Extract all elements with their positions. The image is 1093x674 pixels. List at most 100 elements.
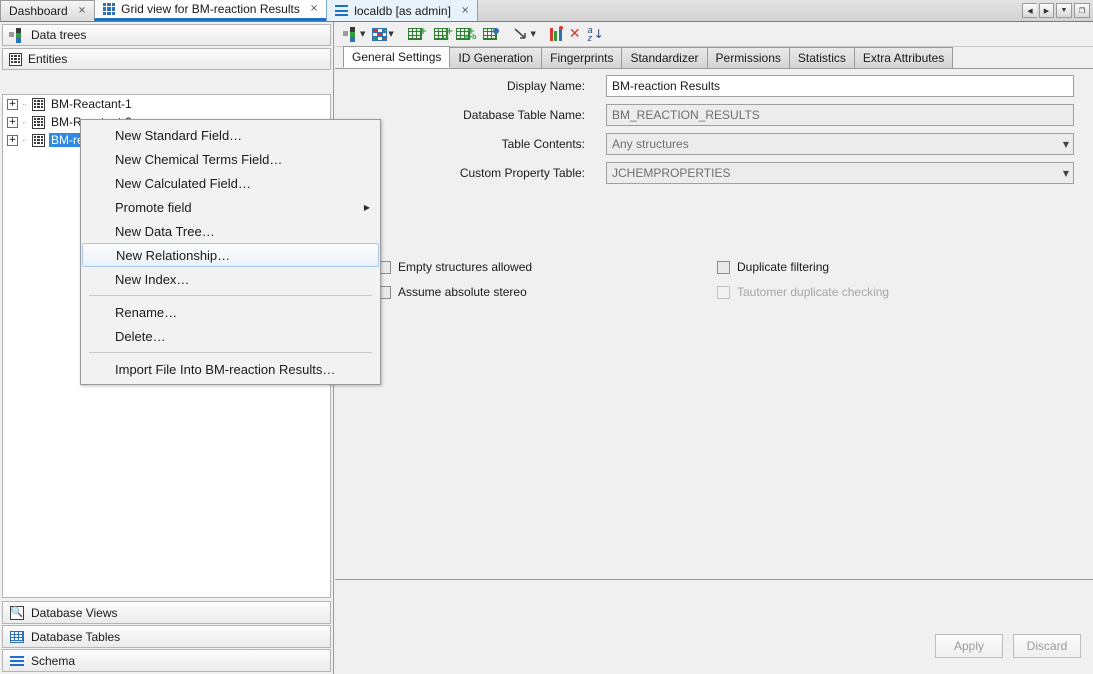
footer-buttons: Apply Discard — [935, 634, 1081, 658]
tab-bar-spacer — [477, 0, 1022, 21]
close-icon[interactable]: ⨯ — [78, 6, 86, 16]
toolbar-sort-button[interactable]: az ↓ — [586, 24, 606, 45]
toolbar-new-data-tree-button[interactable]: ▼ — [341, 24, 367, 45]
tab-localdb-label: localdb [as admin] — [354, 4, 451, 18]
menu-item-label: New Calculated Field… — [115, 176, 251, 191]
tab-standardizer[interactable]: Standardizer — [621, 47, 707, 68]
menu-item-new-data-tree[interactable]: New Data Tree… — [81, 219, 380, 243]
sidebar-item-database-tables[interactable]: Database Tables — [2, 625, 331, 648]
settings-tab-strip: General Settings ID Generation Fingerpri… — [335, 47, 1093, 69]
expand-icon[interactable]: + — [7, 99, 18, 110]
toolbar-new-entity-button[interactable]: ▼ — [370, 24, 395, 45]
sort-az-icon: az ↓ — [588, 26, 604, 42]
toolbar-new-chemical-terms-field-button[interactable]: + ct — [432, 24, 451, 45]
toolbar-new-index-button[interactable] — [481, 24, 501, 45]
chevron-down-icon[interactable]: ▼ — [1063, 140, 1069, 149]
tab-localdb[interactable]: localdb [as admin] ⨯ — [326, 0, 478, 21]
toolbar-new-calculated-field-button[interactable]: + a+b — [454, 24, 479, 45]
chevron-down-icon[interactable]: ▼ — [1056, 3, 1072, 18]
menu-item-new-calculated-field[interactable]: New Calculated Field… — [81, 171, 380, 195]
checkbox-duplicate-filtering[interactable]: Duplicate filtering — [717, 260, 829, 274]
close-icon[interactable]: ⨯ — [461, 6, 469, 16]
checkbox-label: Tautomer duplicate checking — [737, 285, 889, 299]
menu-item-rename[interactable]: Rename… — [81, 300, 380, 324]
tab-fingerprints[interactable]: Fingerprints — [541, 47, 622, 68]
tree-item-label: BM-Reactant-1 — [49, 97, 134, 111]
checkbox-tautomer-duplicate-checking: Tautomer duplicate checking — [717, 285, 889, 299]
entities-label: Entities — [28, 52, 67, 66]
tab-statistics[interactable]: Statistics — [789, 47, 855, 68]
sidebar-item-database-views[interactable]: 🔍 Database Views — [2, 601, 331, 624]
display-name-input[interactable]: BM-reaction Results — [606, 75, 1074, 97]
checkbox-label: Assume absolute stereo — [398, 285, 527, 299]
checkbox-label: Duplicate filtering — [737, 260, 829, 274]
chevron-down-icon[interactable]: ▼ — [388, 30, 393, 38]
tab-permissions[interactable]: Permissions — [707, 47, 790, 68]
chemical-terms-label-icon: ct — [443, 34, 449, 41]
tree-connector: ·· — [22, 99, 28, 109]
menu-item-label: New Standard Field… — [115, 128, 242, 143]
sidebar-item-schema[interactable]: Schema — [2, 649, 331, 672]
chevron-right-icon: ▶ — [364, 203, 370, 212]
chevron-down-icon[interactable]: ▼ — [1063, 169, 1069, 178]
chevron-down-icon[interactable]: ▼ — [530, 30, 535, 38]
toolbar-statistics-button[interactable] — [548, 24, 564, 45]
apply-button[interactable]: Apply — [935, 634, 1003, 658]
scroll-right-icon[interactable]: ▶ — [1039, 3, 1054, 18]
close-icon[interactable]: ⨯ — [310, 4, 318, 14]
checkbox-assume-absolute-stereo[interactable]: Assume absolute stereo — [378, 285, 527, 299]
menu-item-new-chemical-terms-field[interactable]: New Chemical Terms Field… — [81, 147, 380, 171]
table-contents-combo[interactable]: Any structures ▼ — [606, 133, 1074, 155]
discard-button[interactable]: Discard — [1013, 634, 1081, 658]
expand-icon[interactable]: + — [7, 135, 18, 146]
chevron-down-icon[interactable]: ▼ — [360, 30, 365, 38]
custom-property-table-combo[interactable]: JCHEMPROPERTIES ▼ — [606, 162, 1074, 184]
checkbox-box[interactable] — [717, 261, 730, 274]
toolbar-new-relationship-button[interactable]: ▼ — [511, 24, 537, 45]
relationship-arrow-icon — [513, 27, 529, 41]
menu-item-label: Rename… — [115, 305, 177, 320]
panel-footer: Apply Discard — [335, 581, 1093, 674]
expand-icon[interactable]: + — [7, 117, 18, 128]
table-icon — [10, 631, 24, 643]
application-window: Dashboard ⨯ Grid view for BM-reaction Re… — [0, 0, 1093, 674]
menu-item-new-index[interactable]: New Index… — [81, 267, 380, 291]
checkbox-empty-structures-allowed[interactable]: Empty structures allowed — [378, 260, 532, 274]
main-panel: ▼ ▼ + + ct + — [335, 22, 1093, 674]
sidebar-section-entities[interactable]: Entities — [2, 48, 331, 70]
sidebar-section-data-trees[interactable]: Data trees — [2, 24, 331, 46]
scroll-left-icon[interactable]: ◀ — [1022, 3, 1037, 18]
menu-item-promote-field[interactable]: Promote field ▶ — [81, 195, 380, 219]
field-display-name: Display Name: BM-reaction Results — [335, 75, 1075, 97]
plus-icon: + — [419, 26, 427, 37]
schema-icon — [10, 656, 24, 666]
menu-separator — [89, 352, 372, 353]
field-custom-property-table: Custom Property Table: JCHEMPROPERTIES ▼ — [335, 162, 1075, 184]
tab-dashboard[interactable]: Dashboard ⨯ — [0, 0, 95, 21]
calculated-label-icon: a+b — [464, 34, 476, 41]
entity-context-menu[interactable]: New Standard Field… New Chemical Terms F… — [80, 119, 381, 385]
checkbox-label: Empty structures allowed — [398, 260, 532, 274]
toolbar-new-standard-field-button[interactable]: + — [406, 24, 429, 45]
database-table-name-input: BM_REACTION_RESULTS — [606, 104, 1074, 126]
tab-label: Extra Attributes — [863, 51, 944, 65]
sidebar-item-label: Database Tables — [31, 630, 120, 644]
tree-item-bm-reactant-1[interactable]: + ·· BM-Reactant-1 — [3, 95, 330, 113]
toolbar-delete-button[interactable]: ✕ — [567, 24, 583, 45]
menu-item-label: Promote field — [115, 200, 192, 215]
tab-grid-view[interactable]: Grid view for BM-reaction Results ⨯ — [94, 0, 327, 21]
tab-general-settings[interactable]: General Settings — [343, 46, 450, 68]
restore-window-icon[interactable]: ❐ — [1074, 3, 1090, 18]
menu-item-new-standard-field[interactable]: New Standard Field… — [81, 123, 380, 147]
combo-value: JCHEMPROPERTIES — [612, 166, 730, 180]
tab-label: Fingerprints — [550, 51, 613, 65]
sidebar-item-label: Schema — [31, 654, 75, 668]
tab-label: General Settings — [352, 50, 441, 64]
tab-extra-attributes[interactable]: Extra Attributes — [854, 47, 953, 68]
menu-item-delete[interactable]: Delete… — [81, 324, 380, 348]
menu-item-new-relationship[interactable]: New Relationship… — [82, 243, 379, 267]
tab-id-generation[interactable]: ID Generation — [449, 47, 542, 68]
menu-item-import-file[interactable]: Import File Into BM-reaction Results… — [81, 357, 380, 381]
tab-dashboard-label: Dashboard — [9, 4, 68, 18]
window-tab-bar: Dashboard ⨯ Grid view for BM-reaction Re… — [0, 0, 1093, 22]
